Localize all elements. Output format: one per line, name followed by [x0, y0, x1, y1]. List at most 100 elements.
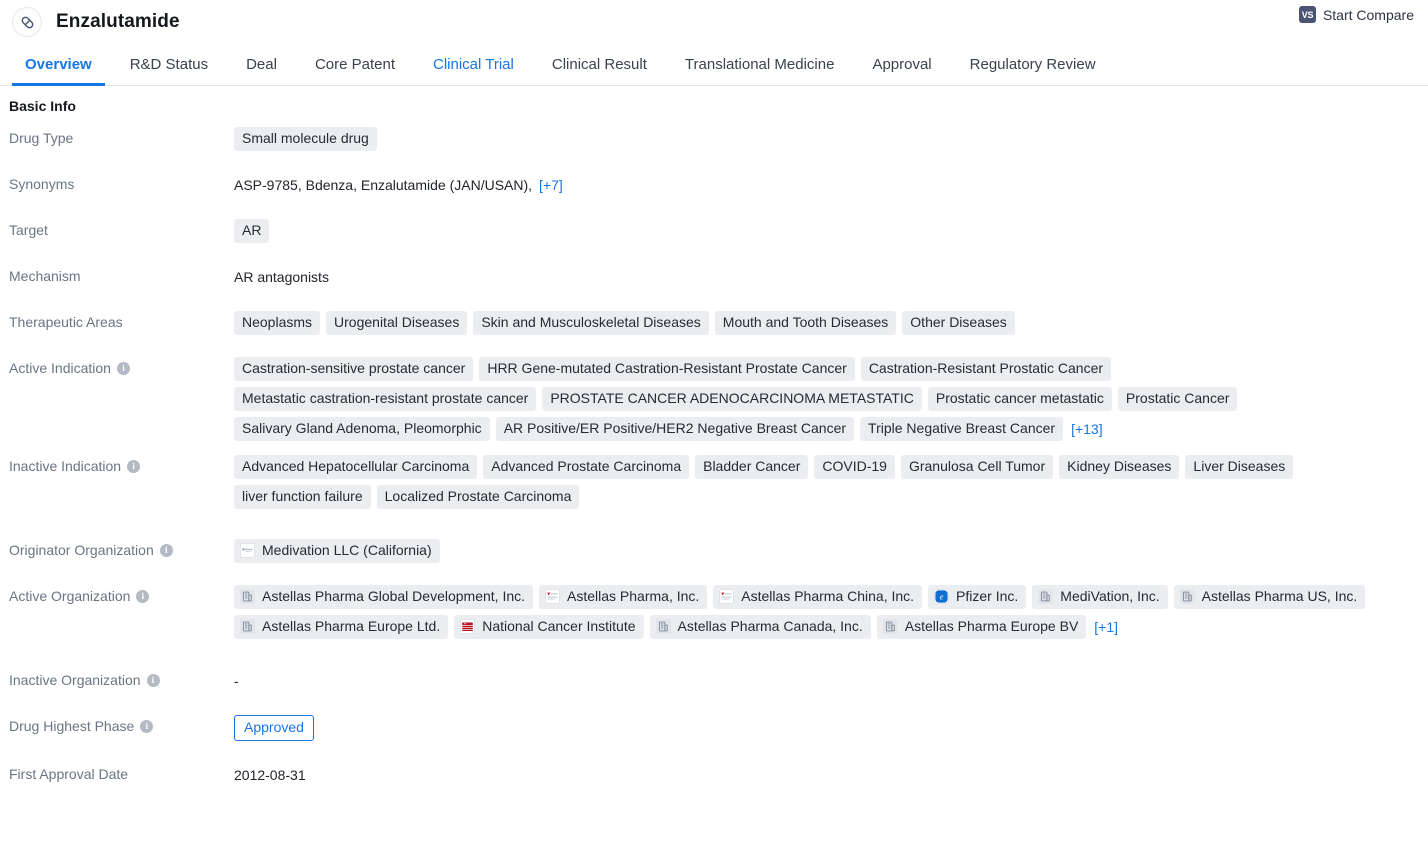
- therapeutic-area-tag[interactable]: Other Diseases: [902, 311, 1015, 335]
- active-organization-tag[interactable]: e Pfizer Inc.: [928, 585, 1027, 609]
- inactive-indication-tag[interactable]: liver function failure: [234, 485, 371, 509]
- label-text: Therapeutic Areas: [9, 314, 123, 330]
- originator-organization-tag[interactable]: Medivation LLC (California): [234, 539, 440, 563]
- organization-name: Medivation LLC (California): [262, 542, 432, 558]
- active-indication-tag[interactable]: PROSTATE CANCER ADENOCARCINOMA METASTATI…: [542, 387, 922, 411]
- inactive-indication-tag[interactable]: Granulosa Cell Tumor: [900, 455, 1054, 479]
- active-indication-tag[interactable]: Castration-sensitive prostate cancer: [234, 357, 474, 381]
- active-organization-tag[interactable]: Astellas Pharma, Inc.: [539, 585, 708, 609]
- building-icon: [882, 619, 898, 634]
- value-target: AR: [234, 219, 1418, 243]
- tab-label: Regulatory Review: [969, 56, 1096, 73]
- therapeutic-area-tag[interactable]: Urogenital Diseases: [326, 311, 468, 335]
- inactive-indication-tag[interactable]: COVID-19: [814, 455, 895, 479]
- active-indication-tag[interactable]: HRR Gene-mutated Castration-Resistant Pr…: [479, 357, 855, 381]
- active-indication-tag[interactable]: Triple Negative Breast Cancer: [860, 417, 1064, 441]
- nci-logo: [460, 619, 476, 634]
- inactive-indication-tag[interactable]: Bladder Cancer: [695, 455, 809, 479]
- value-inactive-indication: Advanced Hepatocellular Carcinoma Advance…: [234, 455, 1418, 509]
- label-text: Mechanism: [9, 268, 81, 284]
- first-approval-date-text: 2012-08-31: [234, 767, 306, 783]
- tab-label: Clinical Result: [551, 56, 647, 73]
- tab-label: R&D Status: [129, 56, 209, 73]
- info-icon[interactable]: i: [159, 543, 173, 557]
- tab-deal[interactable]: Deal: [227, 44, 296, 85]
- tab-label: Approval: [872, 56, 932, 73]
- label-text: First Approval Date: [9, 766, 129, 782]
- building-icon: [1038, 589, 1054, 604]
- building-icon: [1179, 589, 1195, 604]
- row-therapeutic-areas: Therapeutic Areas Neoplasms Urogenital Di…: [0, 311, 1428, 335]
- label-text: Drug Type: [9, 130, 74, 146]
- active-indication-tag[interactable]: Castration-Resistant Prostatic Cancer: [860, 357, 1112, 381]
- target-tag[interactable]: AR: [234, 219, 270, 243]
- active-indication-tag[interactable]: AR Positive/ER Positive/HER2 Negative Br…: [495, 417, 855, 441]
- tab-approval[interactable]: Approval: [853, 44, 950, 85]
- inactive-indication-tag[interactable]: Advanced Hepatocellular Carcinoma: [234, 455, 478, 479]
- info-icon[interactable]: i: [146, 673, 160, 687]
- status-badge[interactable]: Approved: [234, 715, 314, 741]
- inactive-indication-tag[interactable]: Liver Diseases: [1185, 455, 1294, 479]
- info-icon[interactable]: i: [116, 361, 130, 375]
- tab-label: Translational Medicine: [684, 56, 835, 73]
- therapeutic-area-tag[interactable]: Mouth and Tooth Diseases: [714, 311, 897, 335]
- active-organization-tag[interactable]: National Cancer Institute: [454, 615, 644, 639]
- active-organization-tag[interactable]: Astellas Pharma Canada, Inc.: [649, 615, 871, 639]
- drug-type-tag[interactable]: Small molecule drug: [234, 127, 377, 151]
- active-indication-tag[interactable]: Metastatic castration-resistant prostate…: [234, 387, 537, 411]
- tab-clinical-result[interactable]: Clinical Result: [533, 44, 666, 85]
- value-first-approval-date: 2012-08-31: [234, 763, 1418, 787]
- therapeutic-area-tag[interactable]: Skin and Musculoskeletal Diseases: [473, 311, 709, 335]
- tab-clinical-trial[interactable]: Clinical Trial: [414, 44, 533, 85]
- building-icon: [240, 589, 255, 604]
- value-drug-highest-phase: Approved: [234, 715, 1418, 741]
- inactive-indication-tag[interactable]: Advanced Prostate Carcinoma: [483, 455, 690, 479]
- organization-name: Astellas Pharma Europe Ltd.: [262, 618, 441, 634]
- active-organization-tag[interactable]: MediVation, Inc.: [1032, 585, 1168, 609]
- label-text: Synonyms: [9, 176, 75, 192]
- active-organization-tag-more-link[interactable]: [+1]: [1092, 615, 1120, 639]
- row-mechanism: Mechanism AR antagonists: [0, 265, 1428, 289]
- tab-overview[interactable]: Overview: [6, 44, 111, 86]
- start-compare-button[interactable]: VS Start Compare: [1298, 6, 1414, 23]
- tab-core-patent[interactable]: Core Patent: [296, 44, 414, 85]
- label-inactive-indication: Inactive Indication i: [9, 455, 234, 474]
- tab-label: Core Patent: [314, 56, 395, 73]
- inactive-indication-tag[interactable]: Kidney Diseases: [1059, 455, 1180, 479]
- info-icon[interactable]: i: [140, 719, 154, 733]
- label-originator-organization: Originator Organization i: [9, 539, 234, 558]
- label-active-organization: Active Organization i: [9, 585, 234, 604]
- tab-r-d-status[interactable]: R&D Status: [111, 44, 227, 85]
- label-synonyms: Synonyms: [9, 173, 234, 192]
- row-drug-type: Drug Type Small molecule drug: [0, 127, 1428, 151]
- synonyms-more-link[interactable]: [+7]: [537, 173, 565, 197]
- info-icon[interactable]: i: [136, 589, 150, 603]
- therapeutic-area-tag[interactable]: Neoplasms: [234, 311, 321, 335]
- label-active-indication: Active Indication i: [9, 357, 234, 376]
- organization-name: Astellas Pharma Global Development, Inc.: [262, 588, 526, 604]
- active-indication-tag[interactable]: Prostatic Cancer: [1117, 387, 1238, 411]
- active-organization-tag[interactable]: Astellas Pharma China, Inc.: [713, 585, 923, 609]
- active-organization-tag[interactable]: Astellas Pharma Europe Ltd.: [234, 615, 449, 639]
- active-indication-tag-more-link[interactable]: [+13]: [1069, 417, 1105, 441]
- building-icon: [655, 619, 671, 634]
- info-icon[interactable]: i: [127, 459, 141, 473]
- label-text: Inactive Indication: [9, 458, 122, 474]
- row-drug-highest-phase: Drug Highest Phase i Approved: [0, 715, 1428, 741]
- organization-name: Astellas Pharma US, Inc.: [1201, 588, 1358, 604]
- inactive-indication-tag[interactable]: Localized Prostate Carcinoma: [376, 485, 580, 509]
- label-drug-highest-phase: Drug Highest Phase i: [9, 715, 234, 734]
- active-indication-tag[interactable]: Salivary Gland Adenoma, Pleomorphic: [234, 417, 490, 441]
- active-indication-tag[interactable]: Prostatic cancer metastatic: [927, 387, 1112, 411]
- active-organization-tag[interactable]: Astellas Pharma Global Development, Inc.: [234, 585, 534, 609]
- active-organization-tag[interactable]: Astellas Pharma US, Inc.: [1173, 585, 1366, 609]
- section-title-basic-info: Basic Info: [9, 98, 76, 114]
- tab-translational-medicine[interactable]: Translational Medicine: [666, 44, 854, 85]
- organization-name: Astellas Pharma Europe BV: [904, 618, 1079, 634]
- active-organization-tag[interactable]: Astellas Pharma Europe BV: [876, 615, 1087, 639]
- tab-regulatory-review[interactable]: Regulatory Review: [951, 44, 1115, 85]
